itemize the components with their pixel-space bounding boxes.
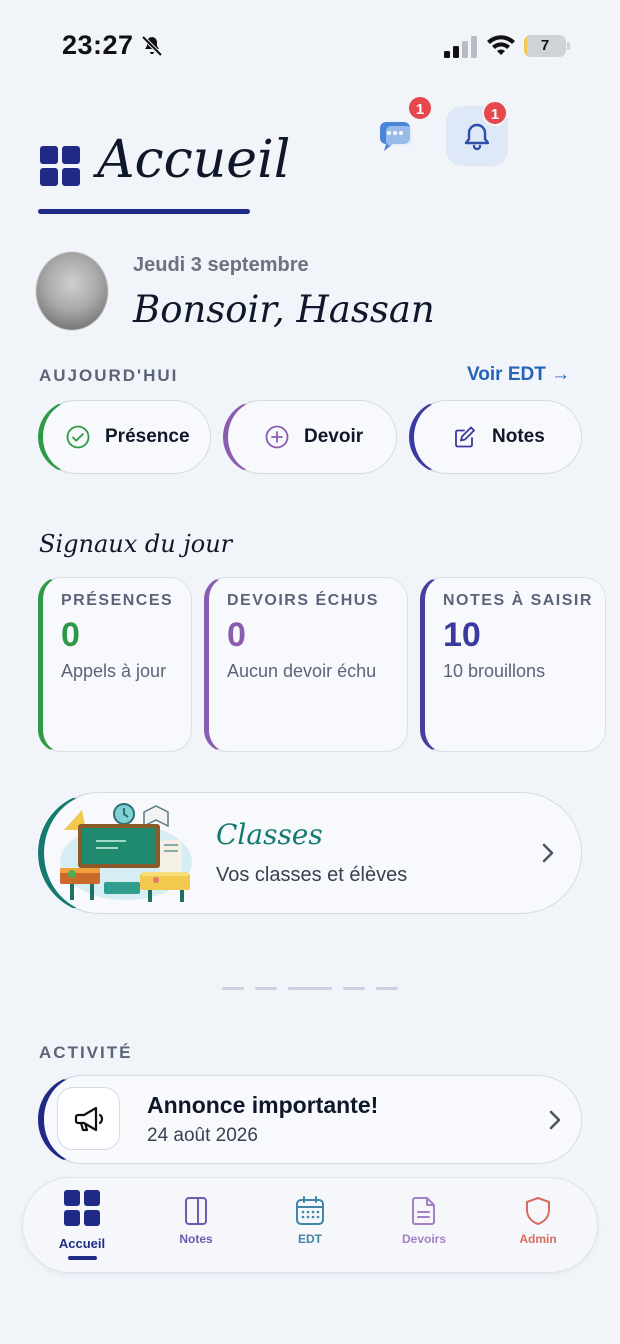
presence-button-label: Présence xyxy=(105,426,190,447)
nav-item-accueil[interactable]: Accueil xyxy=(32,1190,132,1251)
signal-subtext: Aucun devoir échu xyxy=(227,661,377,681)
messages-badge: 1 xyxy=(407,95,433,121)
notifications-badge: 1 xyxy=(482,100,508,126)
presence-button[interactable]: Présence xyxy=(38,400,211,474)
document-icon xyxy=(412,1197,435,1225)
chevron-right-icon xyxy=(542,843,554,863)
nav-label: Admin xyxy=(519,1232,557,1246)
notebook-icon xyxy=(185,1197,207,1225)
chat-icon xyxy=(380,122,412,151)
nav-item-devoirs[interactable]: Devoirs xyxy=(374,1196,474,1246)
page-title: Accueil xyxy=(97,130,291,190)
shield-icon xyxy=(526,1197,550,1225)
megaphone-icon-box xyxy=(57,1087,120,1150)
nav-label: Accueil xyxy=(58,1236,106,1251)
page-indicator-dot xyxy=(343,987,365,990)
nav-label: Notes xyxy=(179,1232,213,1246)
plus-circle-icon xyxy=(265,425,289,449)
calendar-icon xyxy=(296,1196,324,1225)
activity-date: 24 août 2026 xyxy=(147,1125,258,1146)
wifi-icon xyxy=(487,35,515,55)
notes-button-label: Notes xyxy=(492,426,545,447)
homework-button-label: Devoir xyxy=(304,426,364,447)
signal-label: NOTES À SAISIR xyxy=(443,592,593,609)
classroom-illustration xyxy=(60,803,192,902)
notes-button[interactable]: Notes xyxy=(409,400,582,474)
signal-value: 0 xyxy=(61,616,80,654)
signal-card-presences[interactable]: PRÉSENCES 0 Appels à jour xyxy=(38,577,192,752)
nav-item-admin[interactable]: Admin xyxy=(488,1196,588,1246)
nav-item-notes[interactable]: Notes xyxy=(146,1196,246,1246)
nav-item-edt[interactable]: EDT xyxy=(260,1196,360,1246)
signal-value: 0 xyxy=(227,616,246,654)
messages-button[interactable] xyxy=(376,116,416,156)
signal-card-overdue-homework[interactable]: DEVOIRS ÉCHUS 0 Aucun devoir échu xyxy=(204,577,408,752)
activity-section-label: ACTIVITÉ xyxy=(39,1043,133,1062)
avatar[interactable] xyxy=(36,252,108,330)
signal-label: PRÉSENCES xyxy=(61,592,174,609)
cellular-signal-icon xyxy=(444,36,477,58)
signal-subtext: 10 brouillons xyxy=(443,661,546,681)
activity-title: Annonce importante! xyxy=(147,1092,379,1118)
page-indicator-dot xyxy=(222,987,244,990)
nav-label: Devoirs xyxy=(401,1232,447,1246)
nav-label: EDT xyxy=(298,1232,322,1246)
page-indicator-dot-active xyxy=(288,987,332,990)
battery-indicator: 7 xyxy=(524,35,570,57)
megaphone-icon xyxy=(74,1106,104,1132)
signal-label: DEVOIRS ÉCHUS xyxy=(227,592,379,609)
classes-title: Classes xyxy=(216,818,323,851)
page-indicator-dot xyxy=(376,987,398,990)
battery-level: 7 xyxy=(540,37,550,54)
grid-icon xyxy=(40,146,80,186)
signals-title: Signaux du jour xyxy=(39,530,233,558)
signal-subtext: Appels à jour xyxy=(61,661,167,681)
current-date: Jeudi 3 septembre xyxy=(133,254,309,276)
status-time: 23:27 xyxy=(62,30,134,60)
view-timetable-link[interactable]: Voir EDT → xyxy=(467,364,570,386)
signal-value: 10 xyxy=(443,616,481,654)
edit-icon xyxy=(455,426,475,448)
page-indicator-dot xyxy=(255,987,277,990)
add-homework-button[interactable]: Devoir xyxy=(223,400,397,474)
nav-active-indicator xyxy=(68,1256,97,1260)
grid-icon xyxy=(64,1190,100,1226)
signal-card-grades-to-enter[interactable]: NOTES À SAISIR 10 10 brouillons xyxy=(420,577,606,752)
classes-subtitle: Vos classes et élèves xyxy=(216,864,408,886)
title-underline xyxy=(38,209,250,214)
greeting-text: Bonsoir, Hassan xyxy=(133,288,435,331)
today-section-label: AUJOURD'HUI xyxy=(39,366,179,385)
check-circle-icon xyxy=(66,425,90,449)
chevron-right-icon xyxy=(549,1110,561,1130)
silent-mode-icon xyxy=(141,35,163,57)
